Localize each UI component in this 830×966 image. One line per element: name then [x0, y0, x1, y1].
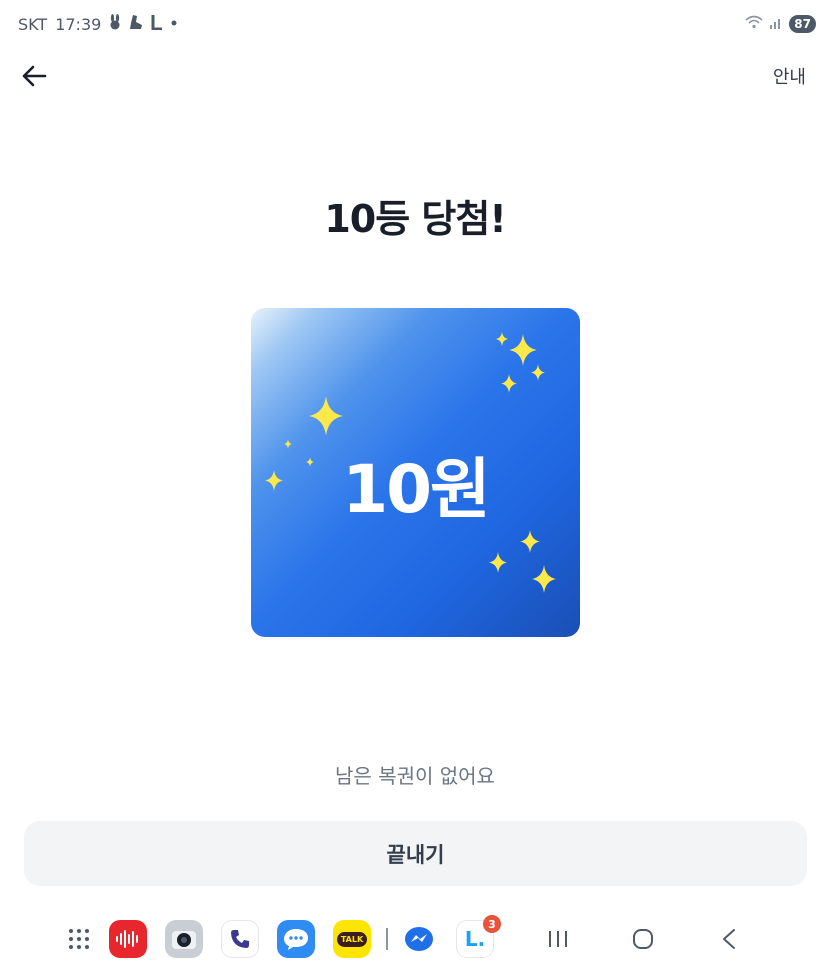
battery-indicator: 87 [789, 14, 816, 33]
dock-bar: TALK L. 3 [0, 912, 830, 966]
signal-icon [769, 14, 783, 33]
sparkle-icon [520, 530, 540, 553]
sparkle-icon [509, 334, 537, 366]
recents-nav-icon[interactable] [543, 924, 573, 954]
sparkle-icon [501, 374, 517, 393]
wifi-icon [745, 14, 763, 33]
sparkle-icon [531, 364, 545, 381]
home-nav-icon[interactable] [628, 924, 658, 954]
camera-icon[interactable] [165, 920, 203, 958]
messages-icon[interactable] [277, 920, 315, 958]
back-button[interactable] [18, 60, 50, 92]
messenger-icon[interactable] [400, 920, 438, 958]
finish-button[interactable]: 끝내기 [24, 821, 807, 886]
remaining-notice: 남은 복권이 없어요 [335, 764, 495, 788]
rabbit-icon [109, 14, 121, 34]
status-left: SKT 17:39 [18, 14, 177, 34]
status-bar: SKT 17:39 87 [0, 0, 830, 50]
apps-grid-icon[interactable] [60, 920, 98, 958]
kakao-label: TALK [336, 931, 368, 947]
sparkle-icon [309, 396, 343, 436]
result-title: 10등 당첨! [324, 197, 506, 241]
header: 안내 [0, 50, 830, 100]
arrow-left-icon [22, 65, 47, 87]
dock-divider [386, 928, 388, 950]
shoe-icon [129, 14, 143, 34]
carrier-label: SKT [18, 14, 48, 34]
back-nav-icon[interactable] [714, 924, 744, 954]
phone-icon[interactable] [221, 920, 259, 958]
line-app-label: L. [464, 927, 486, 951]
line-app-icon[interactable]: L. 3 [456, 915, 501, 958]
clock: 17:39 [55, 14, 102, 34]
line-l-icon [151, 14, 163, 34]
prize-amount: 10원 [342, 451, 491, 528]
voice-recorder-icon[interactable] [109, 920, 147, 958]
sparkle-icon [532, 565, 556, 593]
sparkle-icon [489, 552, 507, 573]
kakaotalk-icon[interactable]: TALK [333, 920, 371, 958]
dot-icon [171, 14, 177, 34]
notification-badge: 3 [483, 915, 501, 933]
prize-card: 10원 [251, 308, 580, 637]
info-link[interactable]: 안내 [773, 63, 806, 89]
sparkle-icon [496, 332, 508, 346]
status-right: 87 [745, 14, 816, 33]
